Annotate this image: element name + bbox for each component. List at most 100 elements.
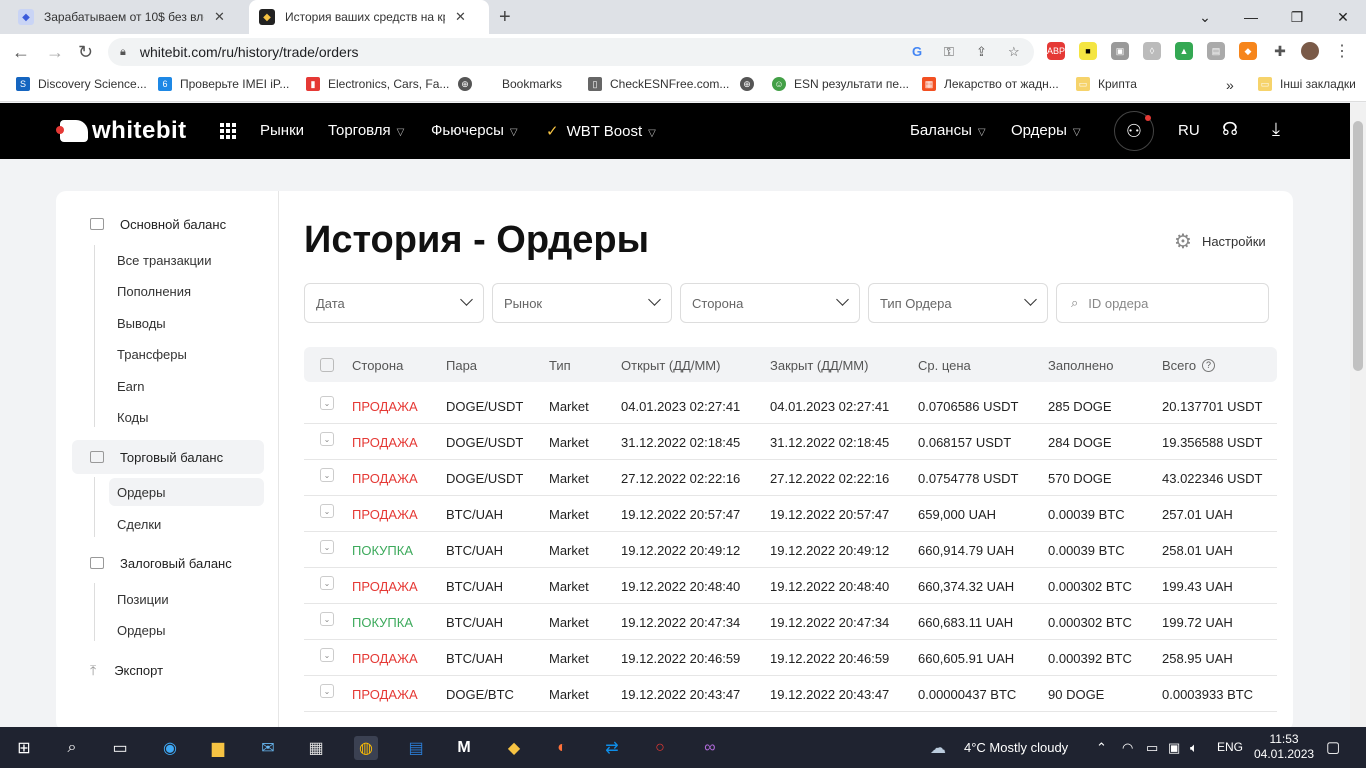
bookmark-item[interactable]: ▮ Electronics, Cars, Fa... — [306, 77, 449, 91]
expand-chevron-icon[interactable]: ⌄ — [320, 540, 334, 554]
sidebar-item-orders[interactable]: Ордеры — [109, 478, 264, 506]
teamviewer-icon[interactable]: ⇄ — [600, 736, 624, 760]
puzzle-icon[interactable]: ✚ — [1271, 42, 1289, 60]
key-icon[interactable]: ⚿ — [944, 44, 954, 60]
grid-menu-icon[interactable] — [220, 123, 236, 139]
sidebar-item-all-transactions[interactable]: Все транзакции — [109, 246, 264, 274]
sidebar-item-deals[interactable]: Сделки — [109, 510, 264, 538]
close-window-icon[interactable]: ✕ — [1320, 0, 1366, 34]
user-icon[interactable]: ⚇ — [1114, 111, 1154, 151]
share-icon[interactable]: ⇪ — [976, 44, 987, 60]
app-icon[interactable]: ∞ — [698, 736, 722, 760]
word-icon[interactable]: ▤ — [404, 736, 428, 760]
expand-chevron-icon[interactable]: ⌄ — [320, 612, 334, 626]
sidebar-item-deposits[interactable]: Пополнения — [109, 277, 264, 305]
chevron-down-icon[interactable]: ⌄ — [1182, 0, 1228, 34]
bookmark-item[interactable]: ☺ ESN результати пе... — [772, 77, 909, 91]
nav-futures[interactable]: Фьючерсы ▽ — [431, 122, 518, 139]
settings-button[interactable]: ⚙ Настройки — [1174, 229, 1266, 254]
adblock-icon[interactable]: ABP — [1047, 42, 1065, 60]
extension-icon[interactable]: ▣ — [1111, 42, 1129, 60]
back-icon[interactable]: ← — [12, 42, 30, 63]
nav-balances[interactable]: Балансы ▽ — [910, 122, 986, 139]
address-bar[interactable]: 🔒︎ whitebit.com/ru/history/trade/orders … — [108, 38, 1034, 66]
store-icon[interactable]: ▦ — [304, 736, 328, 760]
language-switch[interactable]: RU — [1178, 122, 1200, 139]
bookmark-item[interactable]: ▦ Лекарство от жадн... — [922, 77, 1059, 91]
expand-chevron-icon[interactable]: ⌄ — [320, 504, 334, 518]
table-row[interactable]: ⌄ ПРОДАЖА BTC/UAH Market 19.12.2022 20:57:47… — [304, 496, 1277, 532]
edge-icon[interactable]: ◉ — [158, 736, 182, 760]
brave-icon[interactable]: ◆ — [502, 736, 526, 760]
star-icon[interactable]: ☆ — [1008, 44, 1020, 60]
sidebar-item-collateral-orders[interactable]: Ордеры — [109, 616, 264, 644]
new-tab-icon[interactable]: + — [499, 6, 511, 29]
sidebar-item-withdrawals[interactable]: Выводы — [109, 309, 264, 337]
expand-chevron-icon[interactable]: ⌄ — [320, 648, 334, 662]
minimize-icon[interactable]: — — [1228, 0, 1274, 34]
mail-icon[interactable]: ✉ — [256, 736, 280, 760]
expand-chevron-icon[interactable]: ⌄ — [320, 468, 334, 482]
notifications-icon[interactable]: ▢ — [1326, 738, 1340, 756]
search-icon[interactable]: ⌕ — [60, 736, 84, 760]
battery-icon[interactable]: ▭ — [1146, 740, 1158, 756]
weather-text[interactable]: 4°C Mostly cloudy — [964, 740, 1068, 755]
table-row[interactable]: ⌄ ПРОДАЖА DOGE/USDT Market 04.01.2023 02:27:… — [304, 388, 1277, 424]
sidebar-item-earn[interactable]: Earn — [109, 372, 264, 400]
table-row[interactable]: ⌄ ПОКУПКА BTC/UAH Market 19.12.2022 20:47:34… — [304, 604, 1277, 640]
menu-icon[interactable]: ⋮ — [1333, 42, 1351, 60]
sidebar-export[interactable]: ⤒ Экспорт — [72, 653, 264, 687]
filter-date[interactable]: Дата — [304, 283, 484, 323]
bookmark-folder[interactable]: ▭ Інші закладки — [1258, 77, 1356, 91]
browser-tab-active[interactable]: ◆ История ваших средств на кри ✕ — [249, 0, 489, 34]
expand-chevron-icon[interactable]: ⌄ — [320, 432, 334, 446]
clock[interactable]: 11:53 04.01.2023 — [1254, 732, 1314, 762]
windows-start-icon[interactable]: ⊞ — [12, 736, 36, 760]
scrollbar[interactable] — [1350, 103, 1366, 727]
nav-wbt-boost[interactable]: ✓ WBT Boost ▽ — [546, 122, 656, 140]
table-row[interactable]: ⌄ ПРОДАЖА DOGE/BTC Market 19.12.2022 20:43:4… — [304, 676, 1277, 712]
maximize-icon[interactable]: ❐ — [1274, 0, 1320, 34]
table-row[interactable]: ⌄ ПРОДАЖА DOGE/USDT Market 27.12.2022 02:22:… — [304, 460, 1277, 496]
table-row[interactable]: ⌄ ПРОДАЖА DOGE/USDT Market 31.12.2022 02:18:… — [304, 424, 1277, 460]
nav-markets[interactable]: Рынки — [260, 122, 304, 139]
browser-tab[interactable]: ◆ Зарабатываем от 10$ без влож ✕ — [8, 0, 248, 34]
avatar[interactable] — [1301, 42, 1319, 60]
sidebar-item-codes[interactable]: Коды — [109, 403, 264, 431]
table-row[interactable]: ⌄ ПРОДАЖА BTC/UAH Market 19.12.2022 20:48:40… — [304, 568, 1277, 604]
chrome-icon[interactable]: ◍ — [354, 736, 378, 760]
volume-icon[interactable]: 🔈︎ — [1190, 740, 1198, 756]
opera-icon[interactable]: ○ — [648, 736, 672, 760]
app-m-icon[interactable]: M — [452, 736, 476, 760]
expand-chevron-icon[interactable]: ⌄ — [320, 396, 334, 410]
nav-trading[interactable]: Торговля ▽ — [328, 122, 404, 139]
google-icon[interactable]: G — [912, 44, 922, 59]
nav-orders[interactable]: Ордеры ▽ — [1011, 122, 1081, 139]
info-icon[interactable]: ? — [1202, 359, 1215, 372]
expand-chevron-icon[interactable]: ⌄ — [320, 576, 334, 590]
sidebar-item-transfers[interactable]: Трансферы — [109, 340, 264, 368]
sidebar-group-trade-balance[interactable]: Торговый баланс — [72, 440, 264, 474]
bookmark-item[interactable]: ⊕ Bookmarks — [458, 77, 562, 91]
file-explorer-icon[interactable]: ▆ — [206, 736, 230, 760]
bookmark-item[interactable]: S Discovery Science... — [16, 77, 147, 91]
chevron-right-icon[interactable]: » — [1226, 77, 1234, 93]
bookmark-item[interactable]: ▯ CheckESNFree.com... — [588, 77, 729, 91]
support-icon[interactable]: ☊ — [1222, 119, 1238, 140]
close-icon[interactable]: ✕ — [455, 9, 466, 25]
firefox-icon[interactable]: ◐ — [550, 736, 574, 760]
bookmark-folder[interactable]: ▭ Крипта — [1076, 77, 1137, 91]
select-all-checkbox[interactable] — [320, 358, 334, 372]
filter-side[interactable]: Сторона — [680, 283, 860, 323]
table-row[interactable]: ⌄ ПРОДАЖА BTC/UAH Market 19.12.2022 20:46:59… — [304, 640, 1277, 676]
task-view-icon[interactable]: ▭ — [108, 736, 132, 760]
language-indicator[interactable]: ENG — [1217, 740, 1243, 754]
drive-icon[interactable]: ▲ — [1175, 42, 1193, 60]
expand-chevron-icon[interactable]: ⌄ — [320, 684, 334, 698]
reload-icon[interactable]: ↻ — [78, 42, 93, 63]
logo[interactable]: whitebit — [56, 117, 187, 145]
close-icon[interactable]: ✕ — [214, 9, 225, 25]
forward-icon[interactable]: → — [46, 42, 64, 63]
chevron-up-icon[interactable]: ⌃ — [1096, 740, 1107, 756]
sidebar-item-positions[interactable]: Позиции — [109, 585, 264, 613]
